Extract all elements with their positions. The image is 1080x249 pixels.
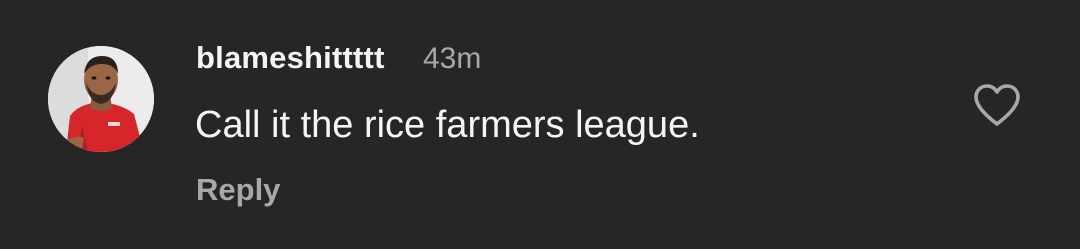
reply-button[interactable]: Reply <box>196 172 280 208</box>
avatar[interactable] <box>48 46 154 152</box>
comment-username[interactable]: blameshittttt <box>196 40 385 76</box>
heart-outline-icon <box>974 84 1020 126</box>
comment-text: Call it the rice farmers league. <box>195 104 700 146</box>
comment-timestamp: 43m <box>423 42 482 75</box>
comment-item: blameshittttt 43m Call it the rice farme… <box>0 0 1080 249</box>
like-button[interactable] <box>972 82 1022 128</box>
avatar-image <box>48 46 154 152</box>
